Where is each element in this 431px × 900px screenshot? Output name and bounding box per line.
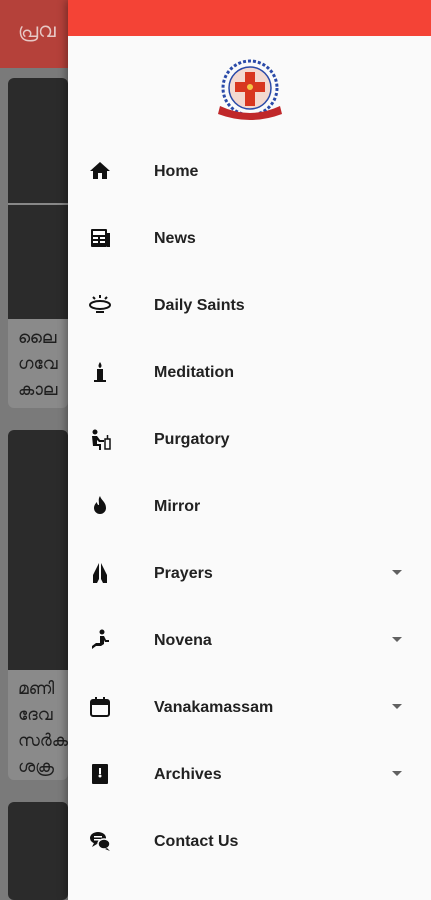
news-card-image [8, 802, 68, 900]
news-card-title: ലൈ ഗവേ കാല [8, 319, 68, 403]
menu-item-label: Purgatory [154, 430, 230, 448]
menu-item-contact-us[interactable]: Contact Us [68, 808, 431, 875]
menu-item-label: Contact Us [154, 832, 239, 850]
menu-item-novena[interactable]: Novena [68, 607, 431, 674]
menu-item-mirror[interactable]: Mirror [68, 473, 431, 540]
news-card-image [8, 430, 68, 670]
drawer-logo-area [68, 36, 431, 131]
praying-hands-icon [93, 563, 107, 583]
menu-item-archives[interactable]: Archives [68, 741, 431, 808]
menu-item-home[interactable]: Home [68, 138, 431, 205]
menu-item-daily-saints[interactable]: Daily Saints [68, 272, 431, 339]
news-card-line: ദേവ [18, 705, 53, 724]
logo-icon [218, 59, 282, 120]
news-card-line: കാല [18, 380, 58, 399]
chat-icon [90, 832, 111, 851]
menu-item-label: Vanakamassam [154, 698, 274, 716]
menu-item-purgatory[interactable]: Purgatory [68, 406, 431, 473]
menu-item-label: Mirror [154, 497, 201, 515]
expand-caret-icon[interactable] [392, 771, 402, 776]
navigation-drawer: Home News Daily Saints Meditation Purgat… [68, 0, 431, 900]
news-card-image [8, 78, 68, 203]
news-card[interactable]: ലൈ ഗവേ കാല [8, 78, 68, 408]
menu-item-prayers[interactable]: Prayers [68, 540, 431, 607]
halo-icon [89, 295, 111, 313]
menu-item-label: Meditation [154, 363, 234, 381]
news-card-line: ഗവേ [18, 354, 58, 373]
flame-icon [94, 496, 106, 514]
news-icon [91, 229, 110, 247]
expand-caret-icon[interactable] [392, 570, 402, 575]
drawer-header-bar [68, 0, 431, 36]
drawer-menu: Home News Daily Saints Meditation Purgat… [68, 138, 431, 875]
news-card-line: മണി [18, 679, 55, 698]
news-card-line: ലൈ [18, 328, 57, 347]
home-icon [90, 162, 110, 179]
news-card-image [8, 203, 68, 319]
expand-caret-icon[interactable] [392, 704, 402, 709]
news-card-title: മണി ദേവ സർക ശക്ര [8, 670, 68, 780]
expand-caret-icon[interactable] [392, 637, 402, 642]
menu-item-label: Prayers [154, 564, 213, 582]
news-card[interactable] [8, 802, 68, 900]
menu-item-label: Home [154, 162, 199, 180]
kneeling-icon [92, 629, 109, 649]
menu-item-label: News [154, 229, 196, 247]
news-card-line: ശക്ര [18, 757, 55, 776]
calendar-icon [90, 697, 110, 717]
menu-item-news[interactable]: News [68, 205, 431, 272]
news-card[interactable]: മണി ദേവ സർക ശക്ര [8, 430, 68, 780]
archive-box-icon [92, 764, 108, 784]
menu-item-label: Daily Saints [154, 296, 245, 314]
menu-item-meditation[interactable]: Meditation [68, 339, 431, 406]
praying-person-icon [92, 429, 111, 450]
candle-icon [94, 362, 106, 382]
menu-item-label: Archives [154, 765, 222, 783]
menu-item-label: Novena [154, 631, 212, 649]
news-card-line: സർക [18, 731, 68, 750]
app-header-title: പ്രവ [18, 20, 56, 42]
menu-item-vanakamassam[interactable]: Vanakamassam [68, 674, 431, 741]
